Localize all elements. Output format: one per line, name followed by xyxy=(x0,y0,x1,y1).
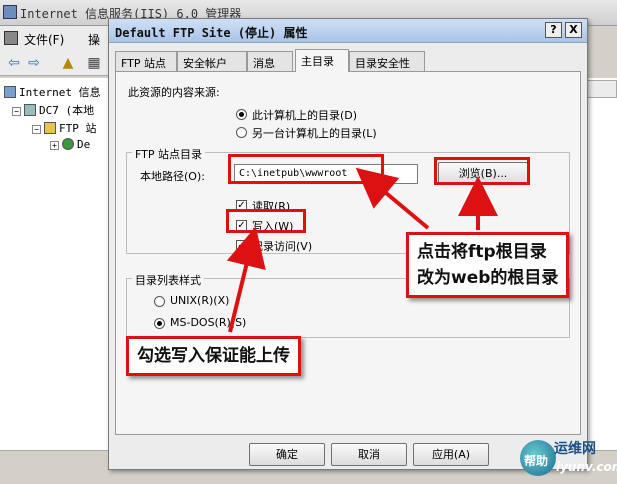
content-source-label: 此资源的内容来源: xyxy=(128,86,220,99)
radio-msdos-label: MS-DOS(R)(S) xyxy=(170,316,247,329)
console-icon xyxy=(4,31,18,45)
watermark-help: 帮助 xyxy=(524,454,549,468)
tab-messages[interactable]: 消息 xyxy=(247,51,293,71)
site-watermark: 运维网 帮助 iyunv.com xyxy=(518,434,617,484)
iis-toolbar: ⇦ ⇨ ▲ ▦ xyxy=(0,50,120,76)
ftp-directory-group-title: FTP 站点目录 xyxy=(132,146,205,162)
listing-style-group-title: 目录列表样式 xyxy=(132,272,204,288)
radio-unix[interactable] xyxy=(154,296,165,307)
collapse-icon[interactable]: − xyxy=(12,107,21,116)
close-title-button[interactable]: X xyxy=(565,22,582,38)
write-callout: 勾选写入保证能上传 xyxy=(126,336,301,376)
up-folder-icon[interactable]: ▲ xyxy=(60,55,76,71)
browse-callout-line2: 改为web的根目录 xyxy=(417,268,559,288)
back-arrow-icon[interactable]: ⇦ xyxy=(6,55,22,71)
show-tree-icon[interactable]: ▦ xyxy=(86,55,102,71)
local-path-label: 本地路径(O): xyxy=(140,170,205,183)
checkbox-read[interactable]: ✓ xyxy=(236,200,247,211)
checkbox-read-label: 读取(R) xyxy=(252,200,291,213)
browse-button[interactable]: 浏览(B)... xyxy=(438,162,528,185)
server-icon xyxy=(24,104,36,116)
checkbox-write-label: 写入(W) xyxy=(252,220,294,233)
checkbox-log-visits-label: 记录访问(V) xyxy=(252,240,313,253)
watermark-url: iyunv.com xyxy=(556,460,617,474)
computer-icon xyxy=(4,86,16,98)
dialog-title: Default FTP Site (停止) 属性 xyxy=(115,26,308,40)
tree-item-dc7[interactable]: − DC7 (本地 xyxy=(12,102,94,118)
watermark-name: 运维网 xyxy=(554,441,596,457)
forward-arrow-icon[interactable]: ⇨ xyxy=(26,55,42,71)
tree-item-ftp-sites[interactable]: − FTP 站 xyxy=(32,120,97,136)
iis-tree-panel: Internet 信息 − DC7 (本地 − FTP 站 + De xyxy=(0,78,120,450)
tab-home-directory[interactable]: 主目录 xyxy=(295,49,349,72)
radio-msdos[interactable] xyxy=(154,318,165,329)
folder-icon xyxy=(44,122,56,134)
browse-callout-line1: 点击将ftp根目录 xyxy=(417,242,547,262)
tab-directory-security[interactable]: 目录安全性 xyxy=(349,51,425,71)
radio-unix-label: UNIX(R)(X) xyxy=(170,294,230,307)
ftp-site-icon xyxy=(62,138,74,150)
radio-other-computer-label: 另一台计算机上的目录(L) xyxy=(252,127,377,140)
expand-icon[interactable]: + xyxy=(50,141,59,150)
iis-menubar: 文件(F) 操 xyxy=(0,26,120,50)
tree-item-iis-root[interactable]: Internet 信息 xyxy=(4,84,101,100)
ok-button[interactable]: 确定 xyxy=(249,443,325,466)
apply-button[interactable]: 应用(A) xyxy=(413,443,489,466)
radio-this-computer[interactable] xyxy=(236,109,247,120)
iis-app-icon xyxy=(3,5,17,19)
dialog-titlebar: Default FTP Site (停止) 属性 ? X xyxy=(109,19,587,43)
menu-action[interactable]: 操 xyxy=(88,31,100,48)
browse-callout: 点击将ftp根目录 改为web的根目录 xyxy=(406,232,570,298)
local-path-input[interactable]: C:\inetpub\wwwroot xyxy=(234,164,418,184)
checkbox-write[interactable]: ✓ xyxy=(236,220,247,231)
tree-item-default-ftp[interactable]: + De xyxy=(50,138,90,151)
help-title-button[interactable]: ? xyxy=(545,22,562,38)
tab-security-accounts[interactable]: 安全帐户 xyxy=(177,51,247,71)
radio-other-computer[interactable] xyxy=(236,127,247,138)
collapse-icon[interactable]: − xyxy=(32,125,41,134)
checkbox-log-visits[interactable]: ✓ xyxy=(236,240,247,251)
cancel-button[interactable]: 取消 xyxy=(331,443,407,466)
tab-ftp-site[interactable]: FTP 站点 xyxy=(115,51,177,71)
menu-file[interactable]: 文件(F) xyxy=(24,31,64,48)
radio-this-computer-label: 此计算机上的目录(D) xyxy=(252,109,358,122)
